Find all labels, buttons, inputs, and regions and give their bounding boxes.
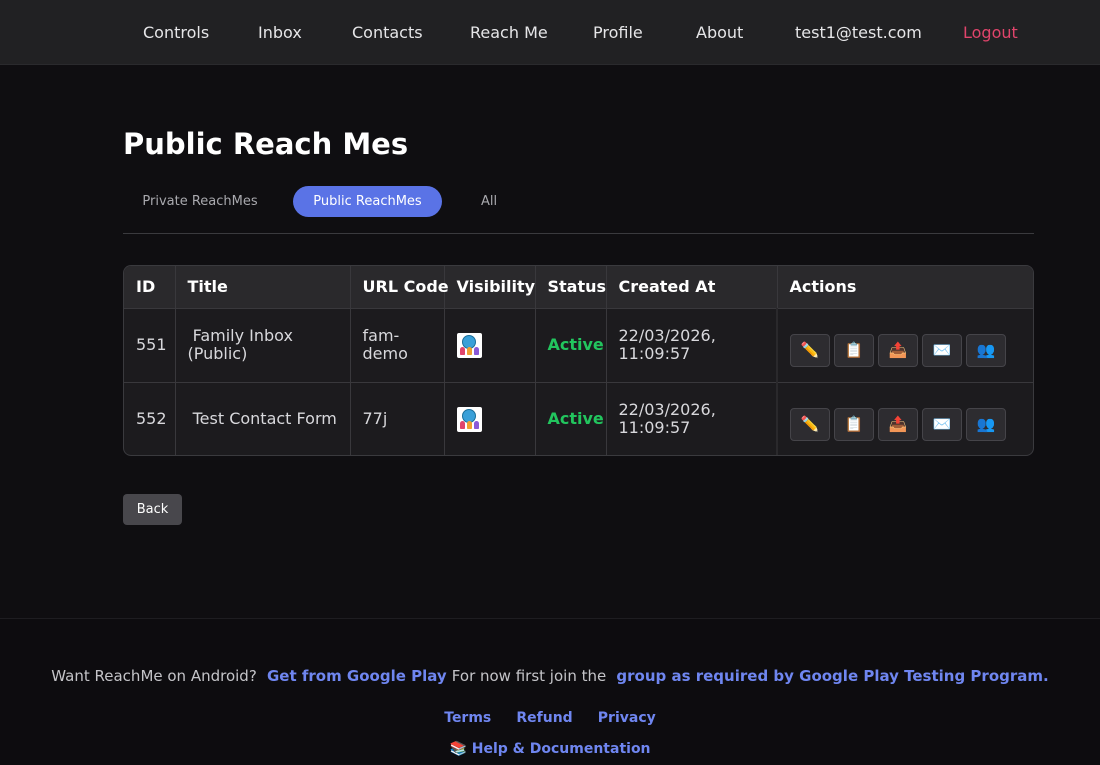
cell-status: Active	[535, 308, 607, 383]
cell-actions: ✏️ 📋 📤 ✉️ 👥	[776, 308, 1033, 383]
top-navbar: Controls Inbox Contacts Reach Me Profile…	[0, 0, 1100, 65]
copy-button[interactable]: 📋	[834, 333, 874, 367]
globe-people-icon	[456, 406, 482, 432]
clipboard-icon: 📋	[844, 415, 864, 434]
cell-title: Family Inbox (Public)	[175, 308, 351, 383]
footer-help-line: 📚 Help & Documentation	[0, 738, 1100, 757]
google-play-link[interactable]: Get from Google Play	[267, 667, 447, 685]
people-icon: 👥	[976, 341, 996, 359]
email-button[interactable]: ✉️	[922, 407, 962, 441]
people-icon: 👥	[976, 415, 996, 434]
nav-reach-me[interactable]: Reach Me	[470, 23, 548, 42]
pencil-icon: ✏️	[800, 341, 820, 359]
contacts-button[interactable]: 👥	[966, 407, 1006, 441]
cell-id: 551	[124, 308, 176, 383]
edit-button[interactable]: ✏️	[790, 407, 830, 441]
nav-about[interactable]: About	[696, 23, 743, 42]
cell-created-at: 22/03/2026, 11:09:57	[606, 308, 778, 383]
cell-status: Active	[535, 382, 607, 455]
table-header-row: ID Title URL Code Visibility Status Crea…	[124, 266, 1033, 309]
footer: Want ReachMe on Android? Get from Google…	[0, 618, 1100, 765]
nav-inbox[interactable]: Inbox	[258, 23, 302, 42]
divider	[123, 233, 1034, 234]
outbox-tray-icon: 📤	[888, 341, 908, 359]
reachmes-table: ID Title URL Code Visibility Status Crea…	[123, 265, 1034, 456]
nav-user-email[interactable]: test1@test.com	[795, 23, 922, 42]
email-button[interactable]: ✉️	[922, 333, 962, 367]
copy-button[interactable]: 📋	[834, 407, 874, 441]
clipboard-icon: 📋	[844, 341, 864, 359]
cell-id: 552	[124, 382, 176, 455]
books-icon: 📚	[449, 741, 467, 757]
header-title[interactable]: Title	[175, 266, 351, 309]
header-status[interactable]: Status	[535, 266, 607, 309]
back-button[interactable]: Back	[123, 494, 182, 525]
nav-profile[interactable]: Profile	[593, 23, 643, 42]
cell-title: Test Contact Form	[175, 382, 351, 455]
outbox-tray-icon: 📤	[888, 415, 908, 434]
cell-visibility	[444, 308, 536, 383]
help-link-label: Help & Documentation	[471, 741, 651, 757]
header-created-at[interactable]: Created At	[606, 266, 778, 309]
tab-private-reachmes[interactable]: Private ReachMes	[132, 186, 268, 217]
cell-url-code: fam-demo	[350, 308, 445, 383]
refund-link[interactable]: Refund	[516, 710, 572, 726]
contacts-button[interactable]: 👥	[966, 333, 1006, 367]
terms-link[interactable]: Terms	[444, 710, 491, 726]
nav-contacts[interactable]: Contacts	[352, 23, 423, 42]
join-text: For now first join the	[451, 667, 607, 685]
cell-visibility	[444, 382, 536, 455]
pencil-icon: ✏️	[800, 415, 820, 434]
cell-created-at: 22/03/2026, 11:09:57	[606, 382, 778, 455]
export-button[interactable]: 📤	[878, 333, 918, 367]
tab-public-reachmes[interactable]: Public ReachMes	[293, 186, 442, 217]
nav-logout[interactable]: Logout	[963, 23, 1018, 42]
footer-android-line: Want ReachMe on Android? Get from Google…	[0, 666, 1100, 685]
privacy-link[interactable]: Privacy	[598, 710, 656, 726]
page-title: Public Reach Mes	[123, 127, 409, 161]
table-row: 551 Family Inbox (Public) fam-demo Activ…	[124, 308, 1033, 383]
header-id[interactable]: ID	[124, 266, 176, 309]
cell-actions: ✏️ 📋 📤 ✉️ 👥	[776, 382, 1033, 455]
export-button[interactable]: 📤	[878, 407, 918, 441]
edit-button[interactable]: ✏️	[790, 333, 830, 367]
envelope-icon: ✉️	[932, 341, 952, 359]
android-text: Want ReachMe on Android?	[51, 667, 257, 685]
testing-group-link[interactable]: group as required by Google Play Testing…	[616, 667, 1048, 685]
help-link[interactable]: 📚 Help & Documentation	[449, 741, 650, 757]
globe-people-icon	[456, 332, 482, 358]
tab-all[interactable]: All	[466, 186, 512, 217]
footer-legal-links: Terms Refund Privacy	[0, 707, 1100, 726]
nav-controls[interactable]: Controls	[143, 23, 209, 42]
cell-url-code: 77j	[350, 382, 445, 455]
envelope-icon: ✉️	[932, 415, 952, 434]
header-actions: Actions	[777, 266, 1033, 309]
table-row: 552 Test Contact Form 77j Active 22/03/2…	[124, 382, 1033, 455]
header-visibility[interactable]: Visibility	[444, 266, 536, 309]
header-url-code[interactable]: URL Code	[350, 266, 449, 309]
